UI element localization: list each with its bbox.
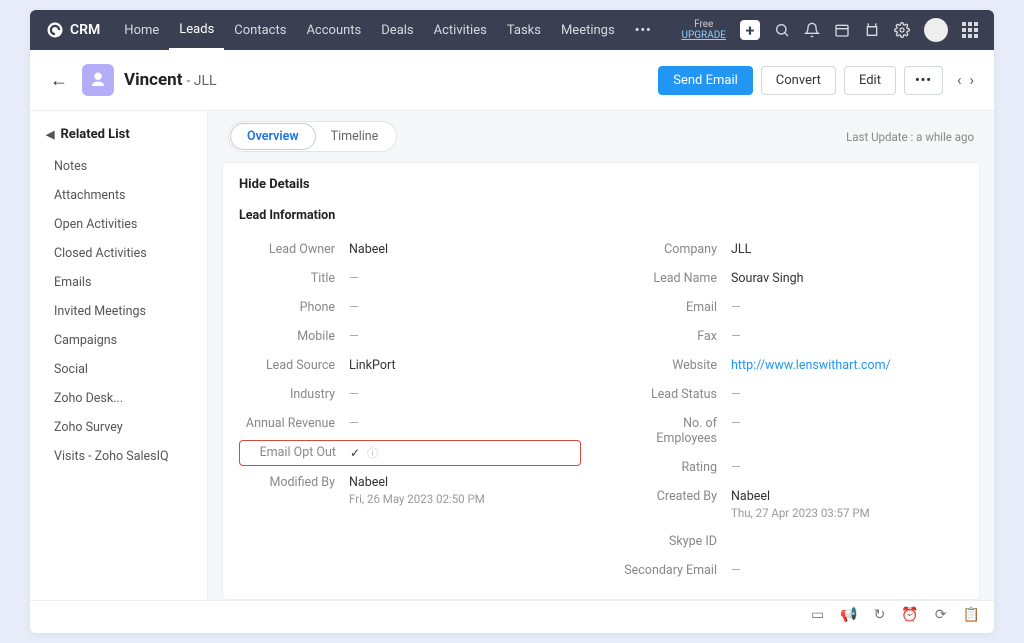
nav-tasks[interactable]: Tasks	[497, 10, 551, 50]
info-icon[interactable]: ⓘ	[367, 447, 378, 460]
topbar: CRM Home Leads Contacts Accounts Deals A…	[30, 10, 994, 50]
sidebar-item-social[interactable]: Social	[30, 355, 207, 384]
record-title-wrap: Vincent - JLL	[124, 70, 217, 90]
upgrade-box[interactable]: Free UPGRADE	[681, 19, 726, 41]
more-actions-button[interactable]: •••	[904, 66, 943, 95]
nav-accounts[interactable]: Accounts	[296, 10, 371, 50]
nav-contacts[interactable]: Contacts	[224, 10, 296, 50]
right-column: Company JLL Lead Name Sourav Singh Email…	[621, 235, 963, 585]
topbar-icons: +	[740, 18, 978, 42]
record-pager: ‹ ›	[957, 71, 974, 89]
check-icon: ✓	[350, 446, 360, 460]
gear-icon[interactable]	[894, 22, 910, 38]
sidebar-title: Related List	[60, 127, 129, 142]
search-icon[interactable]	[774, 22, 790, 38]
nav-home[interactable]: Home	[114, 10, 169, 50]
tabs-row: Overview Timeline Last Update : a while …	[222, 111, 980, 162]
megaphone-icon[interactable]: 📢	[840, 607, 857, 623]
convert-button[interactable]: Convert	[761, 66, 836, 95]
field-fax: Fax —	[621, 322, 963, 351]
main-area: Overview Timeline Last Update : a while …	[208, 111, 994, 600]
field-created-by: Created By Nabeel Thu, 27 Apr 2023 03:57…	[621, 482, 963, 527]
field-phone: Phone —	[239, 293, 581, 322]
nav-meetings[interactable]: Meetings	[551, 10, 625, 50]
upgrade-link[interactable]: UPGRADE	[681, 30, 726, 41]
nav-items: Home Leads Contacts Accounts Deals Activ…	[114, 10, 661, 50]
detail-card: Hide Details Lead Information Lead Owner…	[222, 162, 980, 600]
field-industry: Industry —	[239, 380, 581, 409]
sidebar-item-zoho-survey[interactable]: Zoho Survey	[30, 413, 207, 442]
sidebar-item-notes[interactable]: Notes	[30, 152, 207, 181]
field-rating: Rating —	[621, 453, 963, 482]
field-mobile: Mobile —	[239, 322, 581, 351]
sidebar-item-closed-activities[interactable]: Closed Activities	[30, 239, 207, 268]
nav-activities[interactable]: Activities	[424, 10, 497, 50]
last-update-label: Last Update : a while ago	[846, 130, 974, 144]
sidebar-item-zoho-desk[interactable]: Zoho Desk...	[30, 384, 207, 413]
sidebar-header[interactable]: ◀ Related List	[30, 123, 207, 152]
sidebar-item-visits-salesiq[interactable]: Visits - Zoho SalesIQ	[30, 442, 207, 471]
left-column: Lead Owner Nabeel Title — Phone — Mobi	[239, 235, 581, 585]
field-email: Email —	[621, 293, 963, 322]
section-title: Lead Information	[239, 208, 963, 223]
field-employees: No. of Employees —	[621, 409, 963, 453]
monitor-icon[interactable]: ▭	[811, 607, 824, 623]
field-email-opt-out: Email Opt Out ✓ ⓘ	[239, 440, 581, 466]
clipboard-icon[interactable]: 📋	[963, 607, 980, 623]
field-lead-status: Lead Status —	[621, 380, 963, 409]
bottom-toolbar: ▭ 📢 ↻ ⏰ ⟳ 📋	[30, 600, 994, 633]
refresh-icon[interactable]: ↻	[874, 607, 886, 623]
alarm-icon[interactable]: ⏰	[901, 607, 918, 623]
field-title: Title —	[239, 264, 581, 293]
nav-leads[interactable]: Leads	[169, 10, 224, 50]
sidebar-item-emails[interactable]: Emails	[30, 268, 207, 297]
email-opt-out-value[interactable]: ✓ ⓘ	[350, 445, 580, 461]
prev-record-icon[interactable]: ‹	[957, 71, 962, 89]
record-avatar	[82, 64, 114, 96]
field-lead-name: Lead Name Sourav Singh	[621, 264, 963, 293]
field-skype-id: Skype ID	[621, 527, 963, 556]
lead-info-grid: Lead Owner Nabeel Title — Phone — Mobi	[239, 235, 963, 585]
record-header: ← Vincent - JLL Send Email Convert Edit …	[30, 50, 994, 111]
apps-grid-icon[interactable]	[962, 22, 978, 38]
app-logo[interactable]: CRM	[46, 21, 100, 39]
field-company: Company JLL	[621, 235, 963, 264]
field-annual-revenue: Annual Revenue —	[239, 409, 581, 438]
app-shell: CRM Home Leads Contacts Accounts Deals A…	[30, 10, 994, 633]
field-website: Website http://www.lenswithart.com/	[621, 351, 963, 380]
calendar-icon[interactable]	[834, 22, 850, 38]
tab-overview[interactable]: Overview	[231, 124, 315, 149]
user-avatar[interactable]	[924, 18, 948, 42]
field-lead-source: Lead Source LinkPort	[239, 351, 581, 380]
website-link[interactable]: http://www.lenswithart.com/	[731, 358, 891, 373]
history-icon[interactable]: ⟳	[935, 607, 947, 623]
field-modified-by: Modified By Nabeel Fri, 26 May 2023 02:5…	[239, 468, 581, 513]
nav-more[interactable]: •••	[625, 23, 662, 38]
add-icon[interactable]: +	[740, 20, 760, 40]
related-list-sidebar: ◀ Related List Notes Attachments Open Ac…	[30, 111, 208, 600]
back-arrow-icon[interactable]: ←	[50, 70, 68, 91]
record-name: Vincent	[124, 70, 182, 90]
app-name: CRM	[70, 22, 100, 38]
bell-icon[interactable]	[804, 22, 820, 38]
tab-timeline[interactable]: Timeline	[315, 124, 395, 149]
nav-deals[interactable]: Deals	[371, 10, 423, 50]
body: ◀ Related List Notes Attachments Open Ac…	[30, 111, 994, 600]
chevron-left-icon: ◀	[46, 128, 54, 141]
store-icon[interactable]	[864, 22, 880, 38]
sidebar-item-invited-meetings[interactable]: Invited Meetings	[30, 297, 207, 326]
send-email-button[interactable]: Send Email	[658, 66, 753, 95]
tab-switch: Overview Timeline	[228, 121, 397, 152]
field-lead-owner: Lead Owner Nabeel	[239, 235, 581, 264]
upgrade-free-label: Free	[681, 19, 726, 30]
hide-details-toggle[interactable]: Hide Details	[239, 177, 963, 192]
next-record-icon[interactable]: ›	[969, 71, 974, 89]
sidebar-item-attachments[interactable]: Attachments	[30, 181, 207, 210]
sidebar-item-open-activities[interactable]: Open Activities	[30, 210, 207, 239]
field-secondary-email: Secondary Email —	[621, 556, 963, 585]
edit-button[interactable]: Edit	[844, 66, 896, 95]
sidebar-item-campaigns[interactable]: Campaigns	[30, 326, 207, 355]
record-company-suffix: - JLL	[186, 73, 216, 89]
